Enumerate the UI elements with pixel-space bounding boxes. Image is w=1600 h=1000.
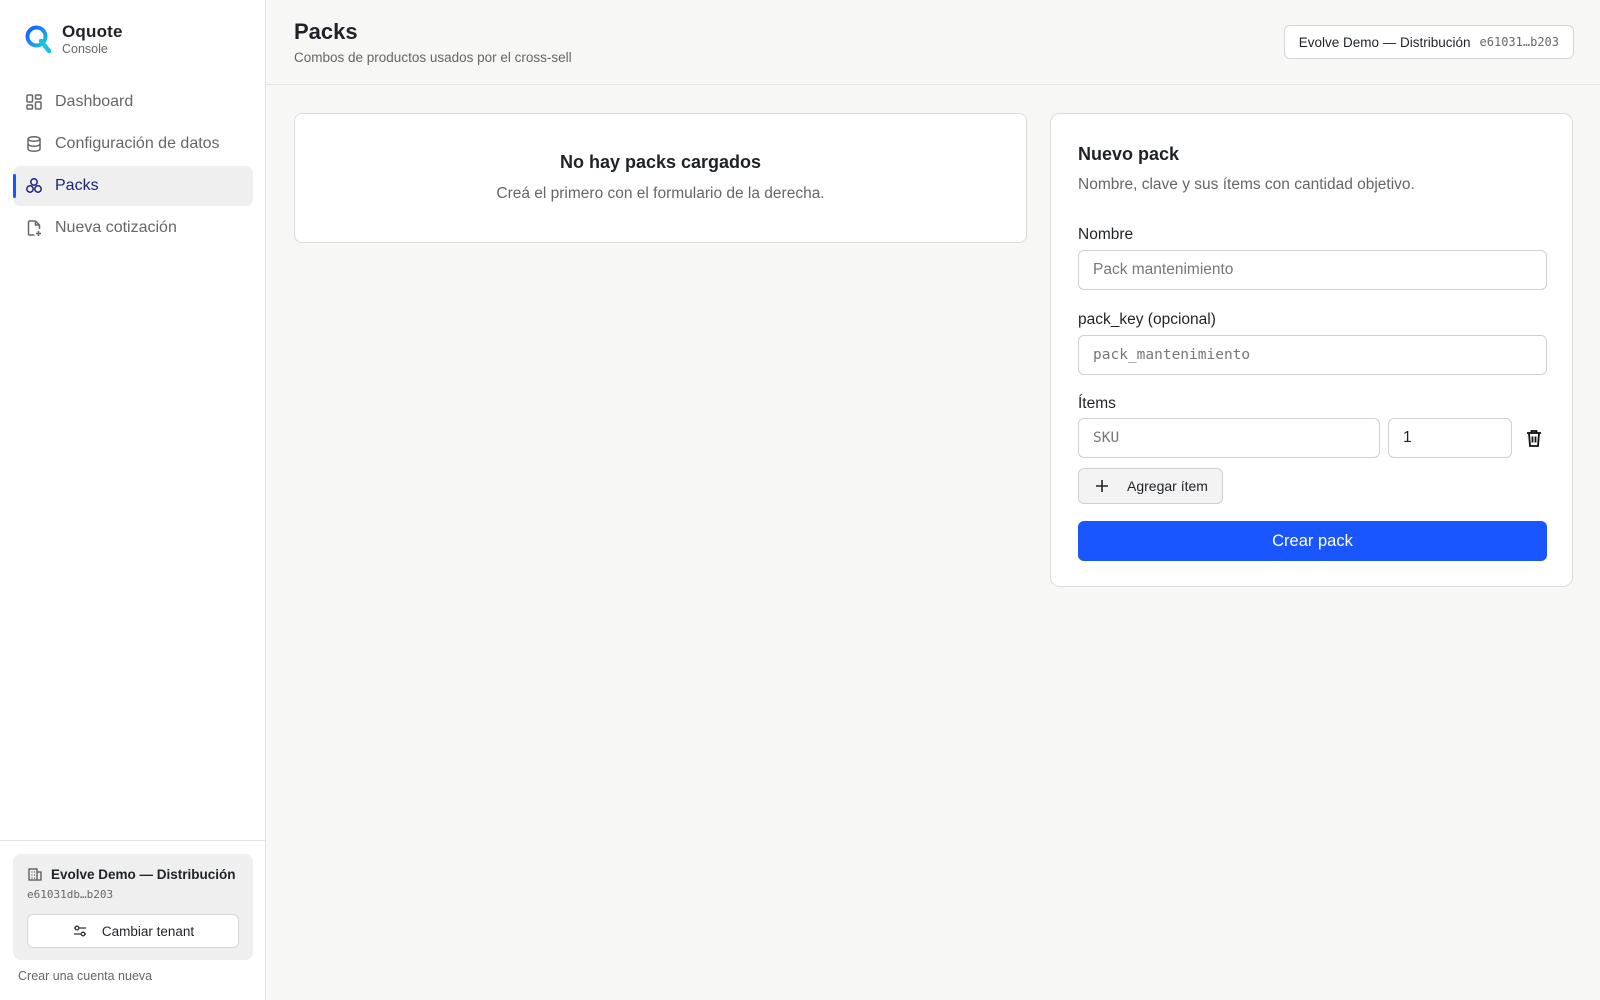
sidebar-divider bbox=[0, 840, 266, 841]
pack-key-input[interactable] bbox=[1078, 335, 1547, 375]
sidebar-item-new-quote[interactable]: Nueva cotización bbox=[13, 208, 253, 248]
empty-packs-card: No hay packs cargados Creá el primero co… bbox=[294, 113, 1027, 243]
file-plus-icon bbox=[25, 219, 43, 237]
dashboard-icon bbox=[25, 93, 43, 111]
sidebar-item-data-config[interactable]: Configuración de datos bbox=[13, 124, 253, 164]
items-label: Ítems bbox=[1078, 395, 1116, 412]
sidebar-nav: Dashboard Configuración de datos Packs N… bbox=[13, 82, 253, 250]
form-description: Nombre, clave y sus ítems con cantidad o… bbox=[1078, 176, 1415, 193]
page-header: Packs Combos de productos usados por el … bbox=[266, 0, 1600, 85]
page-subtitle: Combos de productos usados por el cross-… bbox=[294, 50, 572, 65]
sidebar-item-label: Configuración de datos bbox=[55, 135, 220, 152]
tenant-chip[interactable]: Evolve Demo — Distribución e61031…b203 bbox=[1283, 25, 1574, 59]
quantity-input[interactable]: 1 bbox=[1388, 418, 1512, 458]
sidebar-item-label: Nueva cotización bbox=[55, 219, 177, 236]
empty-subtitle: Creá el primero con el formulario de la … bbox=[496, 185, 825, 202]
name-label: Nombre bbox=[1078, 226, 1134, 243]
sidebar-item-dashboard[interactable]: Dashboard bbox=[13, 82, 253, 122]
sidebar-item-label: Dashboard bbox=[55, 93, 134, 110]
brand[interactable]: Oquote Console bbox=[24, 22, 123, 56]
sku-input[interactable] bbox=[1078, 418, 1380, 458]
trash-icon[interactable] bbox=[1523, 427, 1545, 449]
empty-title: No hay packs cargados bbox=[559, 152, 762, 172]
oquote-logo-icon bbox=[24, 24, 52, 54]
packs-icon bbox=[25, 177, 43, 195]
building-icon bbox=[27, 866, 43, 882]
plus-icon bbox=[1095, 479, 1109, 493]
pack-key-label: pack_key (opcional) bbox=[1078, 311, 1216, 328]
tenant-name: Evolve Demo — Distribución bbox=[27, 866, 239, 882]
new-pack-form: Nuevo pack Nombre, clave y sus ítems con… bbox=[1050, 113, 1573, 587]
tenant-id: e61031db…b203 bbox=[27, 888, 114, 901]
tenant-card: Evolve Demo — Distribución e61031db…b203… bbox=[13, 854, 253, 960]
add-item-button[interactable]: Agregar ítem bbox=[1078, 468, 1223, 504]
add-item-label: Agregar ítem bbox=[1127, 478, 1208, 494]
sidebar-item-packs[interactable]: Packs bbox=[13, 166, 253, 206]
tenant-name-label: Evolve Demo — Distribución bbox=[51, 866, 236, 882]
tenant-chip-name: Evolve Demo — Distribución bbox=[1298, 34, 1471, 50]
name-input[interactable] bbox=[1078, 250, 1547, 290]
sidebar-item-label: Packs bbox=[55, 177, 99, 194]
form-title: Nuevo pack bbox=[1078, 144, 1180, 164]
switch-tenant-button[interactable]: Cambiar tenant bbox=[27, 914, 239, 948]
page-title: Packs bbox=[294, 19, 358, 44]
sliders-icon bbox=[72, 923, 88, 939]
create-account-link[interactable]: Crear una cuenta nueva bbox=[18, 969, 152, 983]
switch-tenant-label: Cambiar tenant bbox=[101, 923, 195, 939]
database-icon bbox=[25, 135, 43, 153]
sidebar: Oquote Console Dashboard Configuración d… bbox=[0, 0, 266, 1000]
create-pack-button[interactable]: Crear pack bbox=[1078, 521, 1547, 561]
brand-subtitle: Console bbox=[62, 42, 108, 56]
brand-name: Oquote bbox=[62, 22, 123, 41]
tenant-chip-id: e61031…b203 bbox=[1479, 35, 1559, 49]
